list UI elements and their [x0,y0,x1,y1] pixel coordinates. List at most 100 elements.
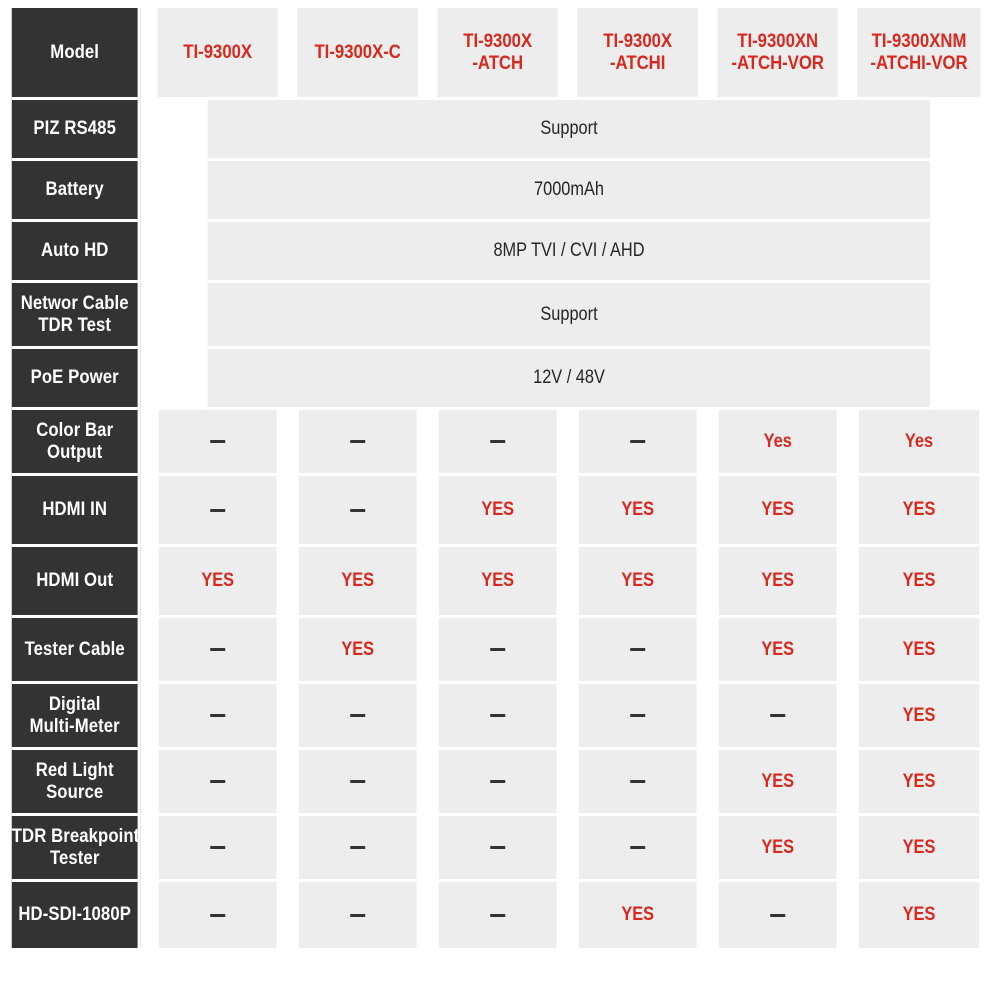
column-header-line1: TI-9300X [183,41,253,63]
table-header-row: Model TI-9300X TI-9300X-C TI-9300X -ATCH TI-9… [3,8,989,100]
column-header-line1: TI-9300XN [737,31,819,53]
dash-icon [350,780,366,784]
value-cell [298,882,420,948]
row-label-line1: Auto HD [40,240,109,262]
value-cell [438,750,560,816]
dash-icon [490,714,506,718]
value-cell [578,618,700,684]
value-cell: YES [578,547,700,618]
dash-icon [630,846,646,850]
supported-value: YES [902,638,936,660]
dash-icon [490,846,506,850]
not-supported-dash [350,499,366,520]
row-label: Tester Cable [11,618,141,684]
value-cell: YES [298,618,420,684]
value-cell [718,684,840,750]
table-row: PIZ RS485 Support [3,100,989,161]
dash-icon [210,508,226,512]
value-cell: YES [858,750,980,816]
table-row: Battery 7000mAh [3,161,989,222]
row-label: Digital Multi-Meter [11,684,141,750]
value-cell [438,816,560,882]
value-cell [158,816,280,882]
table-row: HDMI Out YES YES YES YES YES YES [3,547,989,618]
merged-value-cell: Support [207,283,931,349]
dash-icon [210,780,226,784]
row-label-line1: Digital [48,694,101,716]
not-supported-dash [350,837,366,858]
supported-value: YES [481,570,515,592]
merged-value-cell: 7000mAh [207,161,931,222]
value-cell: YES [718,816,840,882]
value-cell [158,684,280,750]
not-supported-dash [210,904,226,925]
not-supported-dash [350,431,366,452]
not-supported-dash [490,431,506,452]
value-cell [298,684,420,750]
dash-icon [630,780,646,784]
dash-icon [350,508,366,512]
column-header-6: TI-9300XNM -ATCHI-VOR [857,8,981,100]
value-cell [158,882,280,948]
row-label-line1: Color Bar [36,420,114,442]
value-cell: YES [718,547,840,618]
value-cell: YES [578,882,700,948]
row-label-line1: HDMI Out [36,570,114,592]
value-cell: YES [438,476,560,547]
dash-icon [210,846,226,850]
row-label-line1: Battery [45,179,104,201]
supported-value: YES [341,638,375,660]
value-cell [578,684,700,750]
supported-value: YES [761,836,795,858]
value-cell: YES [438,547,560,618]
value-cell: YES [858,618,980,684]
not-supported-dash [350,771,366,792]
row-label-line2: Source [46,781,104,803]
row-label: Red Light Source [11,750,141,816]
dash-icon [350,846,366,850]
column-header-1: TI-9300X [157,8,281,100]
value-cell: Yes [718,410,840,476]
table-row: Red Light Source YES YES [3,750,989,816]
supported-value: YES [902,704,936,726]
value-cell: YES [858,547,980,618]
supported-value: Yes [763,430,792,452]
supported-value: YES [761,638,795,660]
supported-value: YES [201,570,235,592]
value-cell [298,750,420,816]
dash-icon [490,913,506,917]
not-supported-dash [350,904,366,925]
row-label: Networ Cable TDR Test [11,283,141,349]
supported-value: YES [761,570,795,592]
row-label: HDMI Out [11,547,141,618]
not-supported-dash [210,771,226,792]
row-label-line1: Red Light [35,760,114,782]
row-label: TDR Breakpoint Tester [11,816,141,882]
value-cell [718,882,840,948]
value-cell: Yes [858,410,980,476]
table-row: HDMI IN YES YES YES YES [3,476,989,547]
not-supported-dash [630,837,646,858]
table-row: PoE Power 12V / 48V [3,349,989,410]
not-supported-dash [350,705,366,726]
row-label-line1: TDR Breakpoint [11,826,140,848]
not-supported-dash [210,431,226,452]
dash-icon [350,440,366,444]
merged-value-cell: 8MP TVI / CVI / AHD [207,222,931,283]
supported-value: YES [761,499,795,521]
column-header-3: TI-9300X -ATCH [437,8,561,100]
supported-value: YES [902,904,936,926]
not-supported-dash [210,705,226,726]
dash-icon [770,714,786,718]
table-row: Digital Multi-Meter YES [3,684,989,750]
column-header-4: TI-9300X -ATCHI [577,8,701,100]
value-cell [158,476,280,547]
dash-icon [630,714,646,718]
not-supported-dash [490,639,506,660]
column-header-line2: -ATCH [472,52,524,74]
supported-value: YES [621,499,655,521]
value-cell: YES [858,476,980,547]
row-label-line1: Networ Cable [20,293,129,315]
row-label: Battery [11,161,141,222]
dash-icon [210,714,226,718]
